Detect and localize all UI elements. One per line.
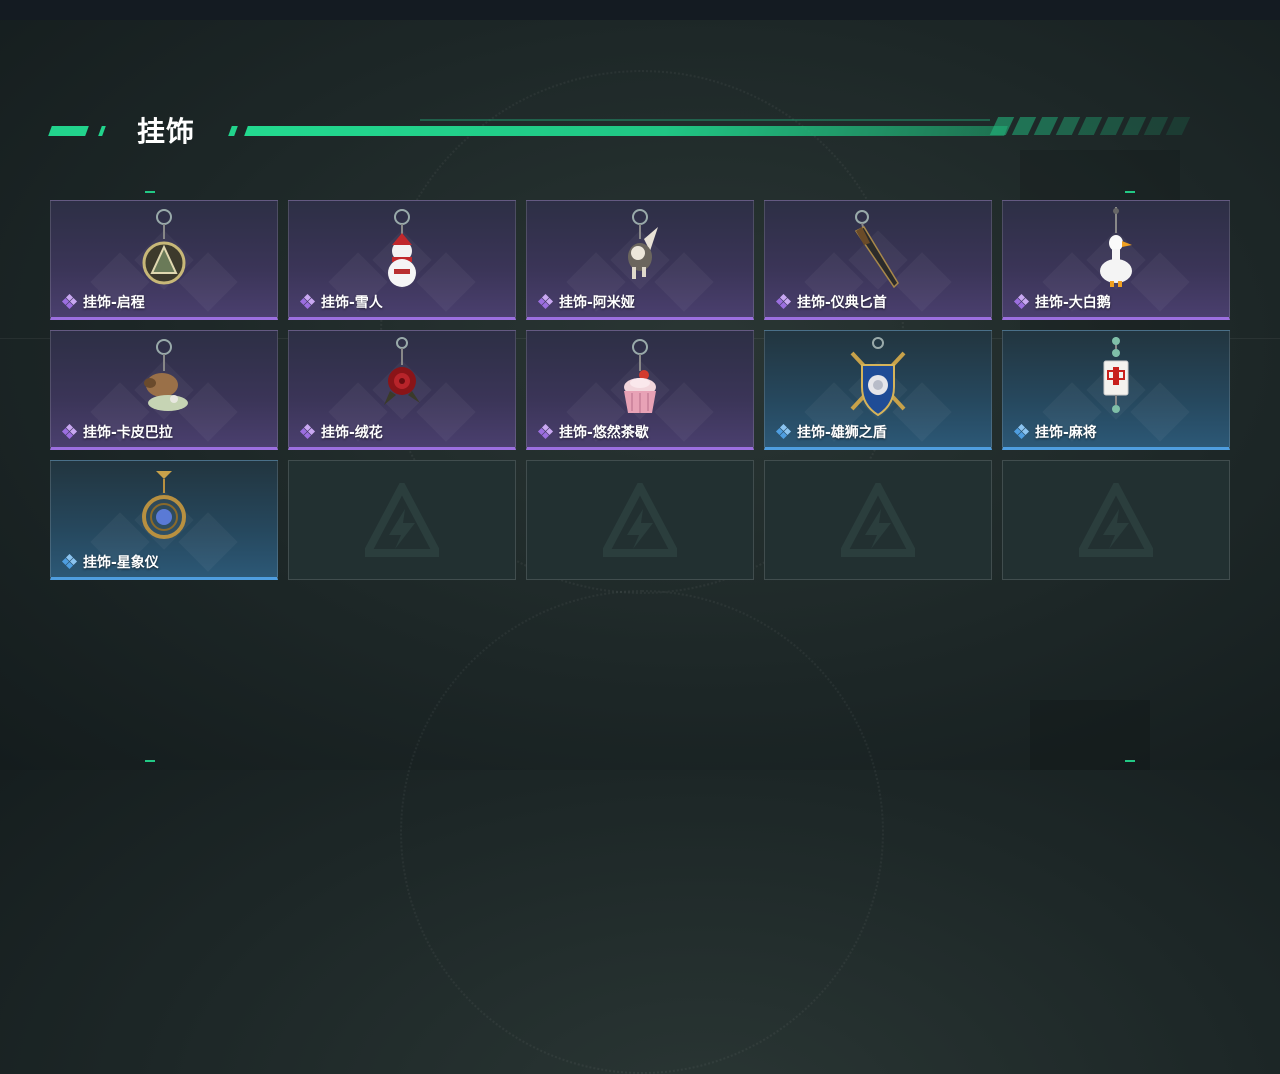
- astrolabe-icon: [142, 471, 186, 539]
- pendant-name: 挂饰-雄狮之盾: [797, 425, 887, 441]
- bunny-doll-icon: [628, 209, 658, 279]
- pendant-name: 挂饰-卡皮巴拉: [83, 425, 173, 441]
- pendant-label-row: 挂饰-绒花: [299, 422, 383, 442]
- rarity-diamond-icon: [1013, 294, 1030, 310]
- pendant-card[interactable]: 挂饰-绒花: [288, 330, 516, 450]
- header-accent-bar: [228, 126, 238, 136]
- pendant-card[interactable]: 挂饰-麻将: [1002, 330, 1230, 450]
- pendant-label-row: 挂饰-麻将: [1013, 422, 1097, 442]
- rose-icon: [384, 337, 420, 405]
- pendant-card[interactable]: 挂饰-星象仪: [50, 460, 278, 580]
- header-accent-bar: [48, 126, 89, 136]
- pendant-label-row: 挂饰-星象仪: [61, 552, 159, 572]
- rarity-diamond-icon: [299, 424, 316, 440]
- corner-tick: [145, 760, 155, 762]
- dagger-icon: [854, 210, 899, 289]
- rarity-diamond-icon: [299, 294, 316, 310]
- header-accent-bar: [98, 126, 106, 136]
- empty-slot: [764, 460, 992, 580]
- pendant-label-row: 挂饰-大白鹅: [1013, 292, 1111, 312]
- background-ring: [400, 590, 884, 1074]
- header-progress-stripe: [244, 126, 1008, 136]
- pendant-name: 挂饰-仪典匕首: [797, 295, 887, 311]
- pendant-label-row: 挂饰-悠然茶歇: [537, 422, 649, 442]
- pendant-name: 挂饰-大白鹅: [1035, 295, 1111, 311]
- pendant-card[interactable]: 挂饰-卡皮巴拉: [50, 330, 278, 450]
- pendant-label-row: 挂饰-启程: [61, 292, 145, 312]
- pendant-name: 挂饰-悠然茶歇: [559, 425, 649, 441]
- rarity-diamond-icon: [537, 424, 554, 440]
- compass-pendant-icon: [142, 209, 186, 285]
- pendant-name: 挂饰-阿米娅: [559, 295, 635, 311]
- pendant-name: 挂饰-绒花: [321, 425, 383, 441]
- top-band: [0, 0, 1280, 20]
- goose-icon: [1100, 207, 1132, 287]
- pendant-card[interactable]: 挂饰-大白鹅: [1002, 200, 1230, 320]
- empty-slot-logo-icon: [841, 483, 915, 557]
- pendant-card[interactable]: 挂饰-雄狮之盾: [764, 330, 992, 450]
- mahjong-tile-icon: [1103, 337, 1129, 413]
- corner-tick: [1125, 191, 1135, 193]
- pendant-card[interactable]: 挂饰-悠然茶歇: [526, 330, 754, 450]
- pendant-label-row: 挂饰-阿米娅: [537, 292, 635, 312]
- pendant-label-row: 挂饰-雄狮之盾: [775, 422, 887, 442]
- empty-slot-logo-icon: [1079, 483, 1153, 557]
- pendant-card[interactable]: 挂饰-阿米娅: [526, 200, 754, 320]
- pendant-card[interactable]: 挂饰-仪典匕首: [764, 200, 992, 320]
- pendant-name: 挂饰-启程: [83, 295, 145, 311]
- pendant-name: 挂饰-雪人: [321, 295, 383, 311]
- capybara-icon: [144, 339, 188, 411]
- corner-tick: [1125, 760, 1135, 762]
- pendant-name: 挂饰-麻将: [1035, 425, 1097, 441]
- empty-slot-logo-icon: [365, 483, 439, 557]
- pendant-label-row: 挂饰-仪典匕首: [775, 292, 887, 312]
- corner-tick: [145, 191, 155, 193]
- pendant-name: 挂饰-星象仪: [83, 555, 159, 571]
- rarity-diamond-icon: [61, 554, 78, 570]
- empty-slot: [1002, 460, 1230, 580]
- header-checker-pattern: [989, 117, 1204, 135]
- pendant-grid: 挂饰-启程 挂饰-雪人 挂饰-阿米娅 挂饰-仪典匕首 挂饰-大白鹅挂饰-卡皮巴拉 挂饰-绒…: [50, 200, 1230, 580]
- pendant-label-row: 挂饰-卡皮巴拉: [61, 422, 173, 442]
- rarity-diamond-icon: [775, 294, 792, 310]
- header-thin-line: [420, 119, 990, 121]
- pendant-card[interactable]: 挂饰-启程: [50, 200, 278, 320]
- rarity-diamond-icon: [775, 424, 792, 440]
- lion-shield-icon: [850, 337, 906, 417]
- empty-slot-logo-icon: [603, 483, 677, 557]
- empty-slot: [288, 460, 516, 580]
- rarity-diamond-icon: [537, 294, 554, 310]
- empty-slot: [526, 460, 754, 580]
- snowman-icon: [388, 209, 416, 287]
- pendant-card[interactable]: 挂饰-雪人: [288, 200, 516, 320]
- cupcake-icon: [624, 339, 656, 413]
- rarity-diamond-icon: [61, 294, 78, 310]
- pendant-label-row: 挂饰-雪人: [299, 292, 383, 312]
- rarity-diamond-icon: [61, 424, 78, 440]
- section-title: 挂饰: [137, 115, 196, 148]
- rarity-diamond-icon: [1013, 424, 1030, 440]
